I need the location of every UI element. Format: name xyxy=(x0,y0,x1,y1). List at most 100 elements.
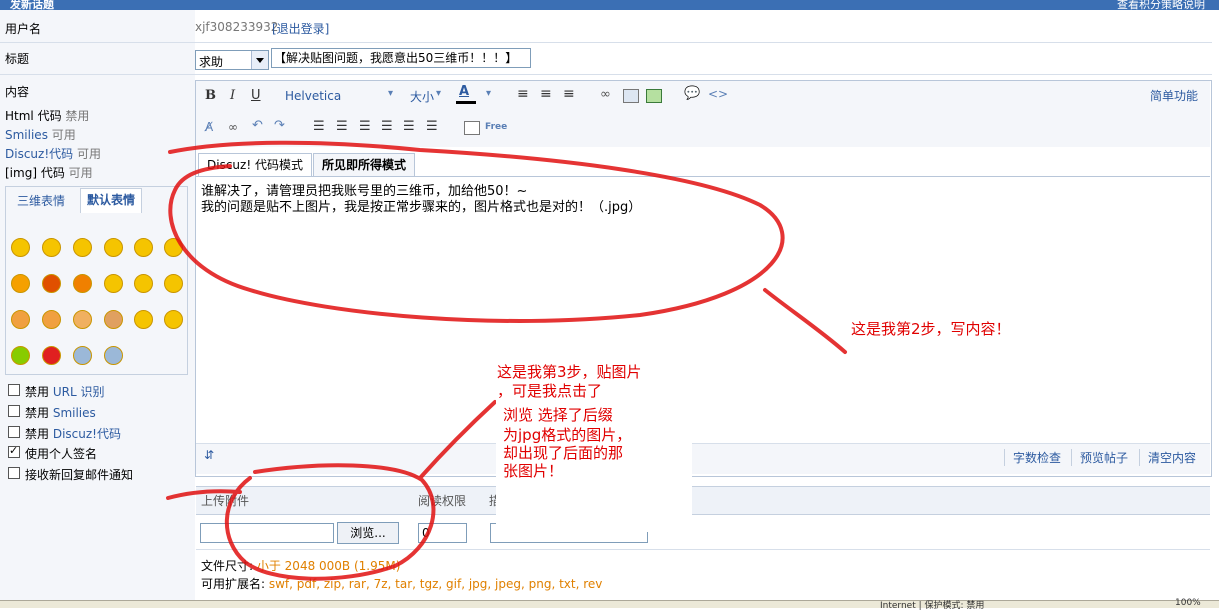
perm-img: [img] 代码 可用 xyxy=(5,166,93,180)
tab-default-smilies[interactable]: 默认表情 xyxy=(80,188,143,213)
quote-icon[interactable]: 💬 xyxy=(684,86,700,101)
content-line: 谁解决了，请管理员把我账号里的三维币，加给他50！~ xyxy=(201,184,528,199)
chevron-down-icon[interactable] xyxy=(251,51,268,69)
smiley-icon[interactable] xyxy=(11,238,30,257)
option-label: 禁用 URL 识别 xyxy=(25,385,105,399)
note-step3-line: 这是我第3步，贴图片 xyxy=(497,363,642,381)
image-icon[interactable] xyxy=(623,89,639,103)
disable-smilies-checkbox[interactable] xyxy=(8,405,20,417)
float-left-icon[interactable]: ☰ xyxy=(403,119,415,134)
font-select[interactable]: Helvetica xyxy=(285,89,341,103)
smiley-icon[interactable] xyxy=(134,274,153,293)
smiley-icon[interactable] xyxy=(42,238,61,257)
ordered-list-icon[interactable]: ☰ xyxy=(313,119,325,134)
free-icon[interactable]: Free xyxy=(485,122,507,132)
title-input[interactable]: 【解决贴图问题，我愿意出50三维币！！！】 xyxy=(271,48,531,68)
security-zone: Internet | 保护模式: 禁用 xyxy=(880,601,985,611)
word-count-button[interactable]: 字数检查 xyxy=(1004,449,1061,466)
note-step3-line: 张图片！ xyxy=(503,462,564,480)
editor-content[interactable]: 谁解决了，请管理员把我账号里的三维币，加给他50！~ 我的问题是贴不上图片，我是… xyxy=(201,184,1201,216)
disable-discuz-checkbox[interactable] xyxy=(8,426,20,438)
smiley-icon[interactable] xyxy=(164,310,183,329)
browse-button[interactable]: 浏览... xyxy=(337,522,399,544)
clear-content-button[interactable]: 清空内容 xyxy=(1139,449,1196,466)
float-right-icon[interactable]: ☰ xyxy=(426,119,438,134)
email-notify-checkbox[interactable] xyxy=(8,467,20,479)
smiley-icon[interactable] xyxy=(42,274,61,293)
chevron-down-icon[interactable]: ▾ xyxy=(436,88,441,99)
upload-label: 上传附件 xyxy=(201,494,250,508)
align-right-icon[interactable]: ≡ xyxy=(563,86,575,102)
outdent-icon[interactable]: ☰ xyxy=(359,119,371,134)
logout-link[interactable]: [退出登录] xyxy=(272,20,329,37)
read-perm-label: 阅读权限 xyxy=(418,494,467,508)
content-line: 我的问题是贴不上图片，我是按正常步骤来的，图片格式也是对的！（.jpg） xyxy=(201,200,642,215)
redo-icon[interactable]: ↷ xyxy=(274,118,285,133)
option-label: 接收新回复邮件通知 xyxy=(25,468,134,482)
unlink-icon[interactable]: ∞ xyxy=(228,120,238,134)
category-select[interactable]: 求助 xyxy=(195,50,269,70)
option-label: 使用个人签名 xyxy=(25,447,98,461)
credit-policy-link[interactable]: 查看积分策略说明 xyxy=(1117,0,1205,12)
note-step2: 这是我第2步，写内容！ xyxy=(851,320,1011,338)
simple-mode-link[interactable]: 简单功能 xyxy=(1150,87,1198,104)
bold-button[interactable]: B xyxy=(205,88,216,103)
smiley-icon[interactable] xyxy=(73,346,92,365)
unordered-list-icon[interactable]: ☰ xyxy=(336,119,348,134)
header-bar: 发新话题 查看积分策略说明 xyxy=(0,0,1219,12)
note-step3-line: 为jpg格式的图片， xyxy=(503,426,632,444)
link-icon[interactable]: ∞ xyxy=(600,87,611,102)
read-perm-input[interactable]: 0 xyxy=(418,523,467,543)
note-step3-line: 却出现了后面的那 xyxy=(503,444,624,462)
attachment-header xyxy=(196,486,1210,515)
smiley-icon[interactable] xyxy=(42,346,61,365)
underline-button[interactable]: U xyxy=(251,88,261,103)
undo-icon[interactable]: ↶ xyxy=(252,118,263,133)
tab-divider xyxy=(196,176,1210,177)
title-label: 标题 xyxy=(5,52,30,66)
smiley-icon[interactable] xyxy=(104,238,123,257)
option-label: 禁用 Smilies xyxy=(25,406,96,420)
disable-url-checkbox[interactable] xyxy=(8,384,20,396)
content-label: 内容 xyxy=(5,85,30,99)
smiley-icon[interactable] xyxy=(73,274,92,293)
smiley-icon[interactable] xyxy=(104,310,123,329)
perm-smilies: Smilies 可用 xyxy=(5,128,76,142)
username-label: 用户名 xyxy=(5,22,42,36)
tab-3d-smilies[interactable]: 三维表情 xyxy=(17,192,65,209)
smiley-icon[interactable] xyxy=(73,310,92,329)
use-signature-checkbox[interactable] xyxy=(8,444,20,458)
align-left-icon[interactable]: ≡ xyxy=(517,86,529,102)
smiley-icon[interactable] xyxy=(134,310,153,329)
smiley-icon[interactable] xyxy=(104,346,123,365)
option-label: 禁用 Discuz!代码 xyxy=(25,427,121,441)
smiley-icon[interactable] xyxy=(73,238,92,257)
file-path-input[interactable] xyxy=(200,523,334,543)
indent-icon[interactable]: ☰ xyxy=(381,119,393,134)
smiley-icon[interactable] xyxy=(11,274,30,293)
note-step3-line: ，可是我点击了 xyxy=(497,382,603,400)
code-icon[interactable]: <> xyxy=(708,87,728,101)
smiley-icon[interactable] xyxy=(104,274,123,293)
smiley-icon[interactable] xyxy=(164,274,183,293)
italic-button[interactable]: I xyxy=(230,88,235,103)
smiley-icon[interactable] xyxy=(134,238,153,257)
perm-html: Html 代码 禁用 xyxy=(5,109,90,123)
tab-wysiwyg-mode[interactable]: 所见即所得模式 xyxy=(313,153,416,177)
smiley-icon[interactable] xyxy=(164,238,183,257)
media-icon[interactable] xyxy=(646,89,662,103)
smiley-icon[interactable] xyxy=(11,346,30,365)
resize-handle-icon[interactable]: ⇵ xyxy=(204,448,214,462)
remove-format-icon[interactable]: A̸ xyxy=(205,120,213,134)
smiley-icon[interactable] xyxy=(11,310,30,329)
username-value: xjf308233932 xyxy=(195,20,279,34)
tab-discuz-code-mode[interactable]: Discuz! 代码模式 xyxy=(198,153,312,177)
preview-button[interactable]: 预览帖子 xyxy=(1071,449,1128,466)
chevron-down-icon[interactable]: ▾ xyxy=(388,88,393,99)
smiley-icon[interactable] xyxy=(42,310,61,329)
font-color-icon[interactable]: A xyxy=(459,84,469,99)
table-icon[interactable] xyxy=(464,121,480,135)
chevron-down-icon[interactable]: ▾ xyxy=(486,88,491,99)
align-center-icon[interactable]: ≡ xyxy=(540,86,552,102)
size-select[interactable]: 大小 xyxy=(410,88,434,105)
